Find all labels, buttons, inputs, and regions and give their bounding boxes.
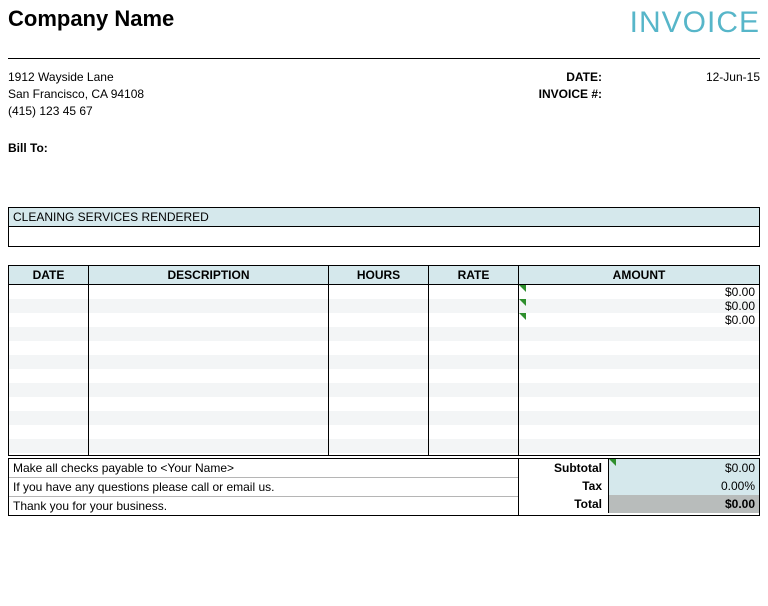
total-label: Total: [519, 495, 609, 513]
subtotal-value: $0.00: [609, 459, 759, 477]
meta-row: 1912 Wayside Lane San Francisco, CA 9410…: [8, 59, 760, 119]
col-date: DATE: [9, 266, 89, 284]
col-hours: HOURS: [329, 266, 429, 284]
amount-cell: $0.00: [725, 299, 755, 313]
formula-indicator-icon: [519, 285, 526, 292]
total-value: $0.00: [609, 495, 759, 513]
tax-value: 0.00%: [609, 477, 759, 495]
date-value: 12-Jun-15: [610, 69, 760, 86]
col-amount: AMOUNT: [519, 266, 759, 284]
tax-row: Tax 0.00%: [519, 477, 759, 495]
totals-block: Subtotal $0.00 Tax 0.00% Total $0.00: [519, 459, 759, 515]
total-row: Total $0.00: [519, 495, 759, 513]
table-body: $0.00 $0.00 $0.00: [9, 285, 759, 455]
section-blank: [8, 227, 760, 247]
subtotal-row: Subtotal $0.00: [519, 459, 759, 477]
address-phone: (415) 123 45 67: [8, 103, 144, 120]
amount-values: $0.00 $0.00 $0.00: [725, 285, 755, 327]
line-items-table: DATE DESCRIPTION HOURS RATE AMOUNT $0.00…: [8, 265, 760, 456]
col-desc: DESCRIPTION: [89, 266, 329, 284]
invoice-title: INVOICE: [630, 6, 760, 40]
amount-cell: $0.00: [725, 285, 755, 299]
address-block: 1912 Wayside Lane San Francisco, CA 9410…: [8, 69, 144, 119]
footer-notes: Make all checks payable to <Your Name> I…: [9, 459, 519, 515]
meta-values: 12-Jun-15: [610, 69, 760, 119]
formula-indicator-icon: [609, 459, 616, 466]
col-rate: RATE: [429, 266, 519, 284]
footer: Make all checks payable to <Your Name> I…: [8, 458, 760, 516]
footer-line-3: Thank you for your business.: [9, 497, 518, 515]
footer-line-1: Make all checks payable to <Your Name>: [9, 459, 518, 478]
footer-line-2: If you have any questions please call or…: [9, 478, 518, 497]
bill-to-label: Bill To:: [8, 141, 760, 155]
invoice-number-label: INVOICE #:: [539, 86, 602, 103]
header: Company Name INVOICE: [8, 6, 760, 59]
amount-cell: $0.00: [725, 313, 755, 327]
subtotal-label: Subtotal: [519, 459, 609, 477]
address-line2: San Francisco, CA 94108: [8, 86, 144, 103]
company-name: Company Name: [8, 6, 174, 32]
tax-label: Tax: [519, 477, 609, 495]
meta-labels: DATE: INVOICE #:: [539, 69, 610, 119]
formula-indicator-icon: [519, 313, 526, 320]
table-header: DATE DESCRIPTION HOURS RATE AMOUNT: [9, 266, 759, 285]
address-line1: 1912 Wayside Lane: [8, 69, 144, 86]
date-label: DATE:: [539, 69, 602, 86]
formula-indicator-icon: [519, 299, 526, 306]
section-title: CLEANING SERVICES RENDERED: [8, 207, 760, 227]
